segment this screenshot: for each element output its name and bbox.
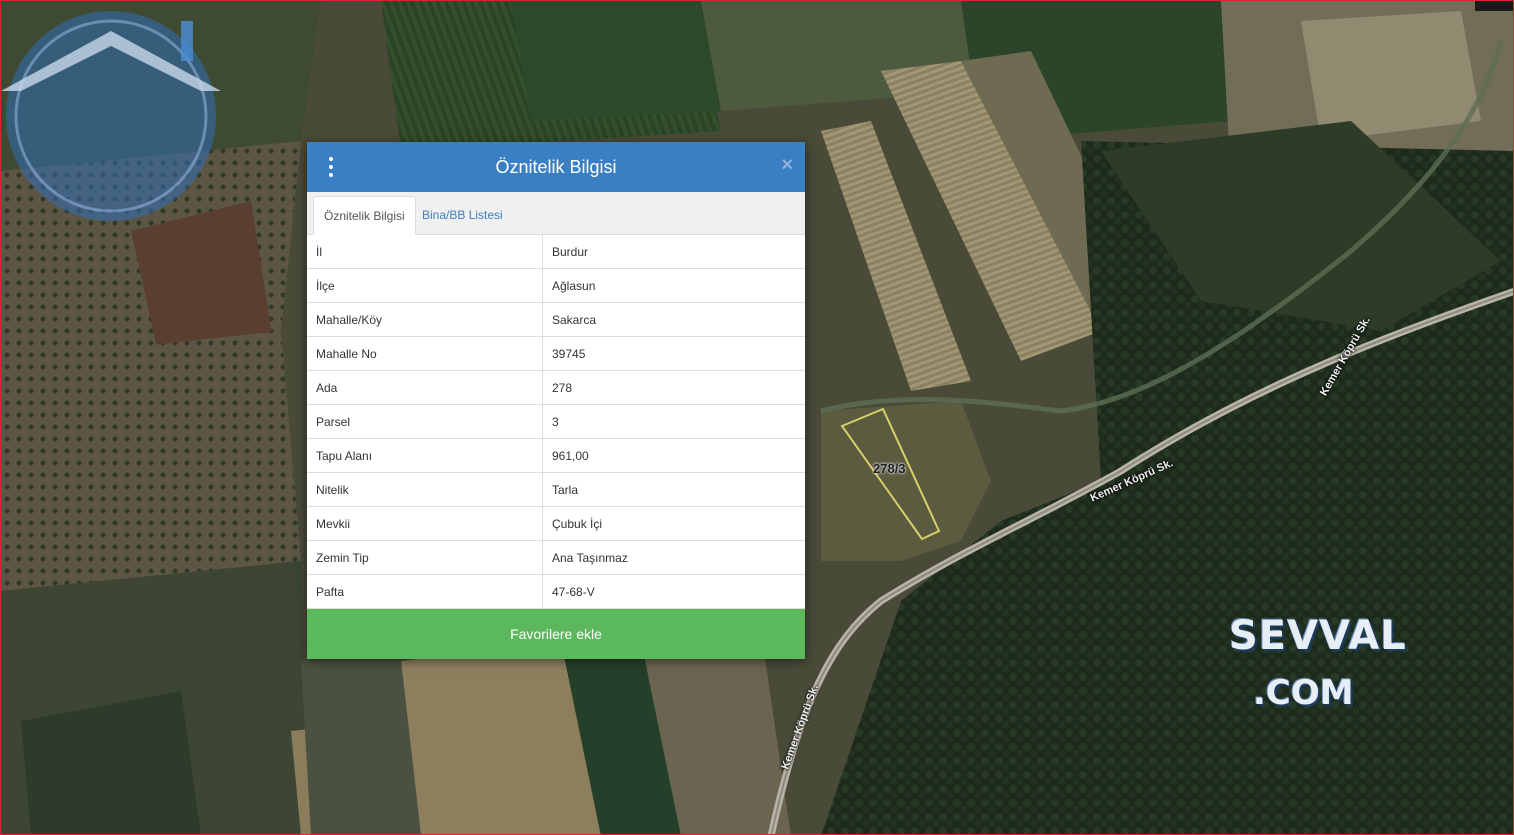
table-row: Parsel 3	[307, 404, 805, 439]
attribute-value: 278	[542, 370, 805, 405]
attribute-value: 39745	[542, 336, 805, 371]
table-row: Mevkii Çubuk İçi	[307, 506, 805, 541]
attribute-key: Mahalle/Köy	[307, 302, 543, 337]
close-icon[interactable]: ×	[781, 155, 793, 175]
table-row: Ada 278	[307, 370, 805, 405]
attribute-info-dialog: Öznitelik Bilgisi × Öznitelik Bilgisi Bi…	[307, 142, 805, 659]
attribute-key: Mahalle No	[307, 336, 543, 371]
attribute-value: Tarla	[542, 472, 805, 507]
attribute-key: İlçe	[307, 268, 543, 303]
dialog-header: Öznitelik Bilgisi ×	[307, 142, 805, 192]
attribute-key: Zemin Tip	[307, 540, 543, 575]
watermark-subtext: .COM	[1253, 673, 1354, 713]
table-row: İlçe Ağlasun	[307, 268, 805, 303]
attribute-value: 961,00	[542, 438, 805, 473]
attribute-key: Pafta	[307, 574, 543, 609]
attribute-value: Çubuk İçi	[542, 506, 805, 541]
add-to-favorites-button[interactable]: Favorilere ekle	[307, 609, 805, 659]
dialog-title: Öznitelik Bilgisi	[495, 156, 617, 177]
attribute-value: Ana Taşınmaz	[542, 540, 805, 575]
attribute-key: Ada	[307, 370, 543, 405]
table-row: Pafta 47-68-V	[307, 574, 805, 609]
attribute-value: 47-68-V	[542, 574, 805, 609]
attribute-key: Nitelik	[307, 472, 543, 507]
attribute-key: Parsel	[307, 404, 543, 439]
attribute-key: İl	[307, 235, 543, 269]
attribute-table: İl Burdur İlçe Ağlasun Mahalle/Köy Sakarca Mah…	[307, 235, 805, 609]
table-row: Zemin Tip Ana Taşınmaz	[307, 540, 805, 575]
table-row: Nitelik Tarla	[307, 472, 805, 507]
dialog-tabs: Öznitelik Bilgisi Bina/BB Listesi	[307, 192, 805, 235]
attribute-value: 3	[542, 404, 805, 439]
table-row: Mahalle No 39745	[307, 336, 805, 371]
attribute-value: Burdur	[542, 235, 805, 269]
attribute-value: Ağlasun	[542, 268, 805, 303]
attribute-key: Mevkii	[307, 506, 543, 541]
tab-attribute-info[interactable]: Öznitelik Bilgisi	[313, 196, 416, 235]
kebab-menu-icon[interactable]	[327, 157, 335, 177]
attribute-value: Sakarca	[542, 302, 805, 337]
parcel-label: 278/3	[873, 461, 906, 476]
watermark-text: SEVVAL	[1229, 613, 1407, 659]
table-row: Tapu Alanı 961,00	[307, 438, 805, 473]
map-corner-control	[1475, 1, 1513, 11]
table-row: Mahalle/Köy Sakarca	[307, 302, 805, 337]
tab-building-list[interactable]: Bina/BB Listesi	[412, 196, 513, 234]
attribute-key: Tapu Alanı	[307, 438, 543, 473]
watermark-logo	[1, 11, 221, 221]
table-row: İl Burdur	[307, 235, 805, 269]
